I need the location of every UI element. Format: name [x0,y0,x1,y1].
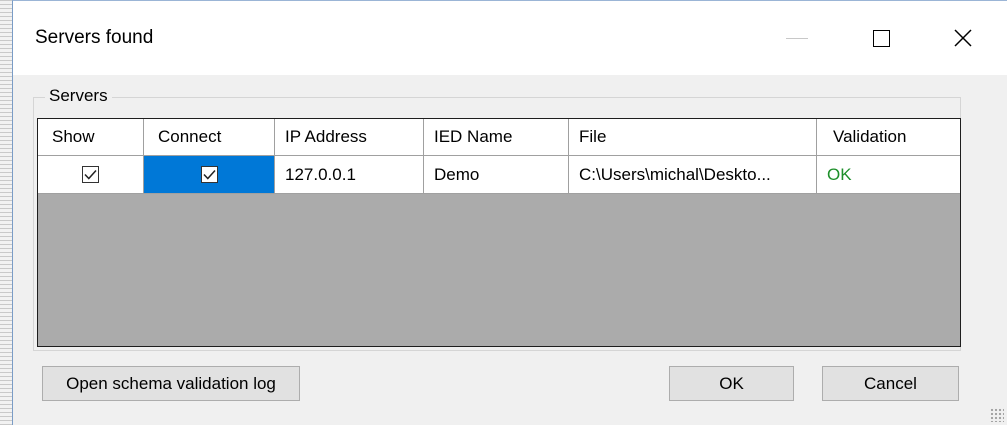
cancel-button[interactable]: Cancel [822,366,959,401]
ip-address-cell[interactable]: 127.0.0.1 [275,156,424,193]
ok-button[interactable]: OK [669,366,794,401]
connect-cell[interactable] [144,156,275,193]
ied-name-cell[interactable]: Demo [424,156,569,193]
checkmark-icon [202,169,216,180]
open-schema-validation-log-button[interactable]: Open schema validation log [42,366,300,401]
table-row[interactable]: 127.0.0.1 Demo C:\Users\michal\Deskto...… [38,156,960,194]
validation-cell[interactable]: OK [817,156,960,193]
column-header-connect[interactable]: Connect [144,119,275,155]
checkmark-icon [84,169,97,180]
show-checkbox[interactable] [82,166,99,183]
servers-grid[interactable]: Show Connect IP Address IED Name File Va… [37,118,961,347]
column-header-file[interactable]: File [569,119,817,155]
background-window-edge [0,0,12,425]
column-header-ied-name[interactable]: IED Name [424,119,569,155]
maximize-button[interactable] [849,15,913,61]
column-header-ip-address[interactable]: IP Address [275,119,424,155]
title-bar: Servers found [13,1,1007,75]
connect-checkbox[interactable] [200,166,218,183]
column-header-validation[interactable]: Validation [817,119,960,155]
grid-header: Show Connect IP Address IED Name File Va… [38,119,960,156]
minimize-button[interactable] [765,15,829,61]
maximize-icon [872,29,890,47]
close-icon [954,29,972,47]
show-cell[interactable] [38,156,144,193]
resize-grip-icon[interactable] [990,408,1004,422]
minimize-icon [786,37,808,39]
file-cell[interactable]: C:\Users\michal\Deskto... [569,156,817,193]
servers-group-label: Servers [45,86,112,106]
column-header-show[interactable]: Show [38,119,144,155]
close-button[interactable] [931,15,995,61]
window-title: Servers found [35,27,154,48]
